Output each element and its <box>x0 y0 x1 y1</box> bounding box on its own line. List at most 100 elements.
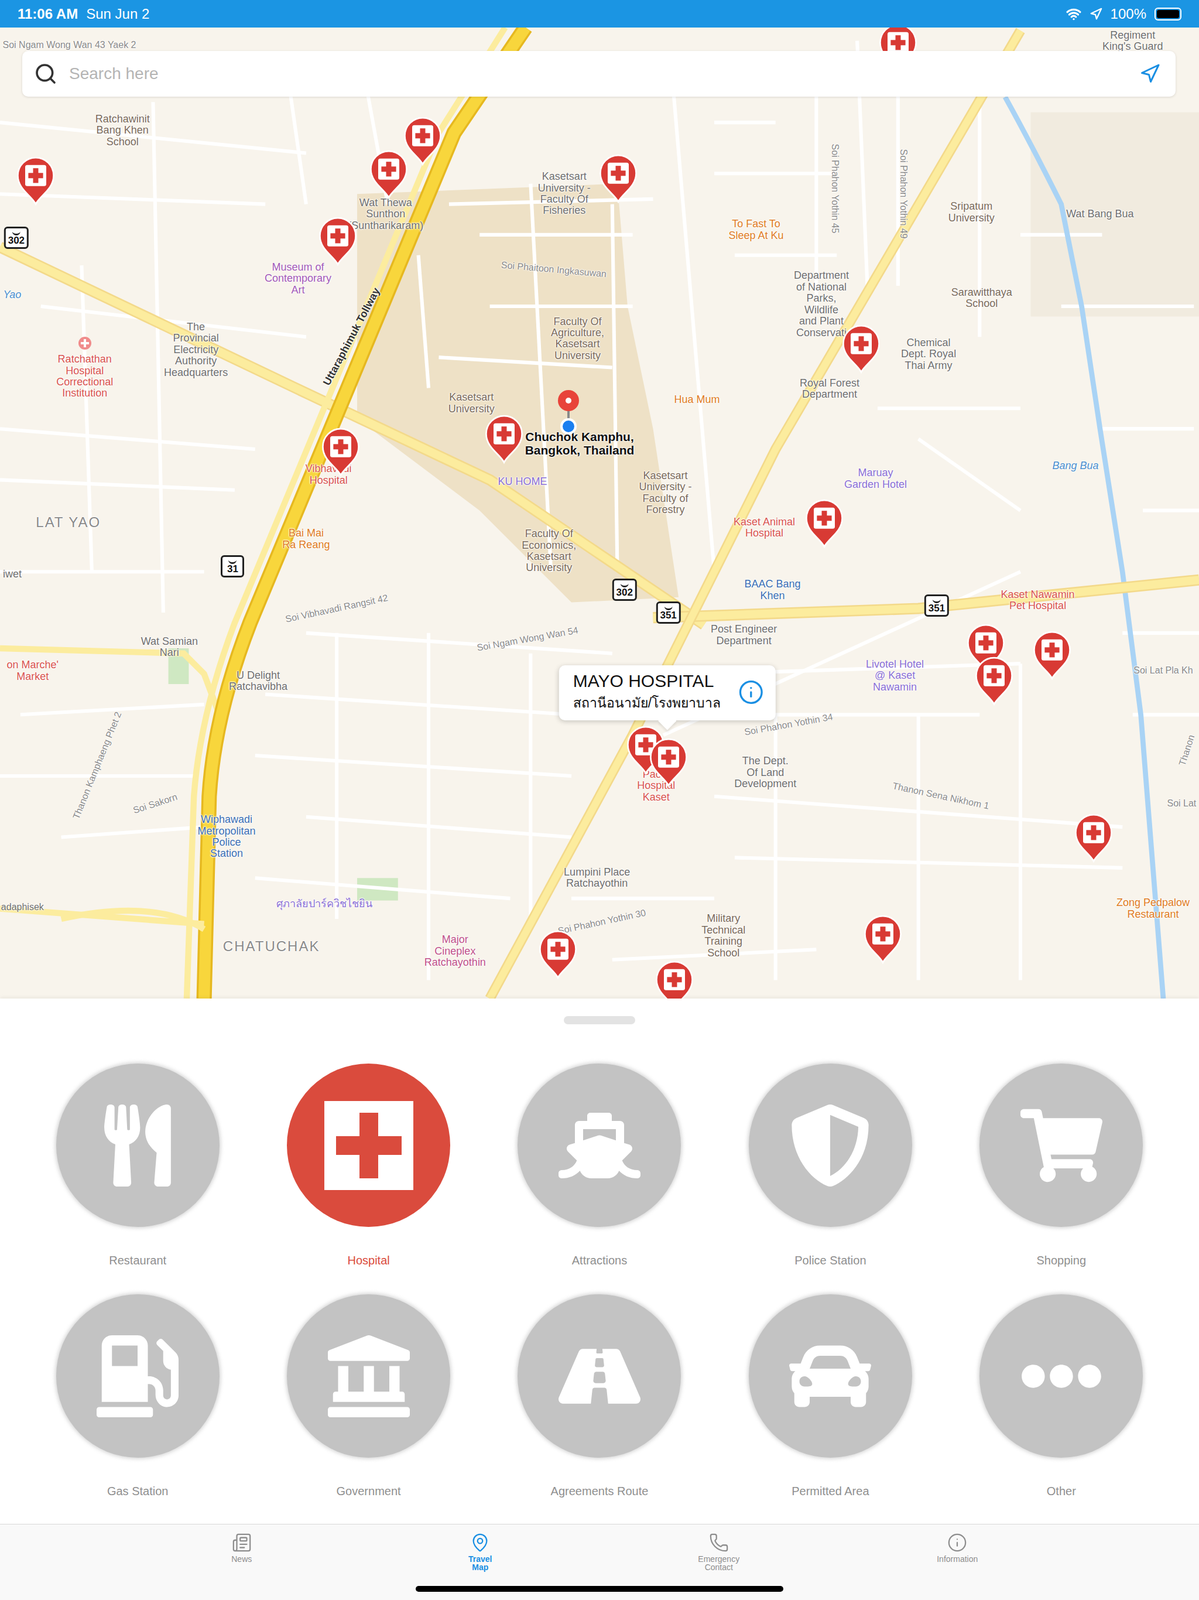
category-circle[interactable] <box>286 1293 451 1458</box>
map-label: RatchathanHospitalCorrectionalInstitutio… <box>56 353 113 400</box>
hospital-pin-icon[interactable] <box>803 497 846 550</box>
map-label: Soi Lat Pla Kh <box>1133 665 1193 676</box>
category-button[interactable]: Permitted Area <box>714 1293 946 1499</box>
map-label: Wat SamianNari <box>141 635 198 659</box>
category-circle[interactable] <box>56 1293 220 1458</box>
category-circle[interactable] <box>517 1063 681 1227</box>
map-label: Soi Phaitoon Ingkasuwan <box>501 259 608 280</box>
battery-percent: 100% <box>1110 5 1147 23</box>
map-label: Soi Sakorn <box>131 790 179 815</box>
category-button[interactable]: Gas Station <box>22 1293 253 1499</box>
map-label: KasetsartUniversity -Faculty ofForestry <box>638 470 692 516</box>
category-button[interactable]: Attractions <box>484 1063 715 1268</box>
category-button[interactable]: Agreements Route <box>484 1293 715 1499</box>
category-circle[interactable] <box>286 1063 451 1227</box>
category-icon <box>558 1334 641 1417</box>
map-label: TheProvincialElectricityAuthorityHeadqua… <box>163 321 228 379</box>
route-shield: 351 <box>655 601 681 624</box>
map-label: Uttaraphimuk Tollway <box>321 286 383 388</box>
tab-icon <box>708 1532 729 1553</box>
category-sheet: Restaurant HospitalAttractionsPolice Stat… <box>0 998 1199 1524</box>
hospital-pin-icon[interactable] <box>319 426 362 478</box>
tab-bar: News Travel Map Emergency ContactInformati… <box>0 1523 1199 1600</box>
hospital-pin-icon[interactable] <box>316 214 359 267</box>
map-label: Soi Phahon Yothin 45 <box>829 144 840 234</box>
map-label: RatchawinitBang KhenSchool <box>95 113 150 148</box>
sheet-handle[interactable] <box>563 1015 636 1024</box>
map-label: Bai MaiRa Reang <box>282 527 330 551</box>
category-button[interactable]: Hospital <box>252 1063 484 1268</box>
status-bar: 11:06 AMSun Jun 2100% <box>0 0 1199 28</box>
place-callout[interactable]: MAYO HOSPITALสถานีอนามัย/โรงพยาบาล <box>559 665 776 721</box>
map-label: Wat Bang Bua <box>1066 208 1134 220</box>
category-button[interactable]: Police Station <box>714 1063 946 1268</box>
category-label: Restaurant <box>108 1252 167 1268</box>
map-label: ศุภาลัยปาร์ควิชไชยิน <box>276 898 373 910</box>
map-label: Kaset NawaminPet Hospital <box>1001 588 1075 612</box>
map-label: Thanon Kamphaeng Phet 2 <box>70 710 123 821</box>
hospital-pin-icon[interactable] <box>973 655 1016 707</box>
category-circle[interactable] <box>979 1063 1143 1227</box>
category-circle[interactable] <box>517 1293 681 1458</box>
category-circle[interactable] <box>748 1063 913 1227</box>
hospital-pin-icon[interactable] <box>597 152 640 205</box>
hospital-pin-icon[interactable] <box>401 115 444 167</box>
map[interactable]: Soi Ngam Wong Wan 43 Yaek 2RegimentKing'… <box>0 27 1199 999</box>
locate-me-icon[interactable] <box>1139 63 1161 85</box>
hospital-pin-icon[interactable] <box>482 413 526 465</box>
map-label: U DelightRatchavibha <box>228 669 288 693</box>
tab-icon <box>947 1532 968 1553</box>
tab-item[interactable]: Travel Map <box>361 1532 601 1571</box>
location-arrow-icon <box>1089 7 1103 21</box>
map-label: Thanon Sena Nikhom 1 <box>891 780 990 812</box>
home-indicator[interactable] <box>415 1585 784 1592</box>
status-time: 11:06 AM <box>17 5 78 23</box>
hospital-pin-icon[interactable] <box>14 155 57 207</box>
category-icon <box>1020 1334 1103 1417</box>
map-label: LAT YAO <box>35 514 101 530</box>
category-circle[interactable] <box>748 1293 913 1458</box>
hospital-pin-icon[interactable] <box>861 913 904 965</box>
map-label: Museum ofContemporaryArt <box>264 261 332 296</box>
callout-subtitle: สถานีอนามัย/โรงพยาบาล <box>573 692 721 714</box>
category-icon <box>96 1334 179 1417</box>
map-label: Faculty OfEconomics,KasetsartUniversity <box>521 528 577 574</box>
category-button[interactable]: Other <box>946 1293 1177 1499</box>
category-button[interactable]: Restaurant <box>22 1063 253 1268</box>
info-icon[interactable] <box>738 679 765 705</box>
hospital-pin-icon[interactable] <box>653 958 696 999</box>
category-icon <box>558 1104 641 1187</box>
search-input[interactable] <box>67 63 1129 84</box>
map-canvas[interactable] <box>0 27 1199 999</box>
map-label: MaruayGarden Hotel <box>844 467 907 491</box>
category-circle[interactable] <box>56 1063 220 1227</box>
hospital-pin-icon[interactable] <box>536 928 580 981</box>
category-label: Government <box>336 1482 402 1499</box>
hospital-icon <box>321 1098 416 1192</box>
category-icon <box>327 1334 410 1417</box>
hospital-pin-icon[interactable] <box>647 736 690 789</box>
category-button[interactable]: Shopping <box>946 1063 1177 1268</box>
tab-label: Travel Map <box>468 1554 492 1571</box>
hospital-pin-icon[interactable] <box>840 323 883 375</box>
tab-label: News <box>231 1554 252 1563</box>
battery-icon <box>1154 7 1182 21</box>
tab-item[interactable]: Information <box>838 1532 1078 1563</box>
tab-item[interactable]: News <box>122 1532 362 1563</box>
map-label: iwet <box>2 569 22 581</box>
map-label: BAAC BangKhen <box>744 578 801 602</box>
category-circle[interactable] <box>979 1293 1143 1458</box>
hospital-pin-icon[interactable] <box>367 148 410 201</box>
small-hospital-icon[interactable] <box>77 336 92 351</box>
map-label: Kaset AnimalHospital <box>733 516 796 540</box>
search-bar[interactable] <box>22 50 1176 97</box>
hospital-pin-icon[interactable] <box>1072 812 1115 864</box>
hospital-pin-icon[interactable] <box>1030 629 1074 681</box>
map-label: MajorCineplexRatchayothin <box>424 933 486 968</box>
callout-title: MAYO HOSPITAL <box>573 670 721 691</box>
tab-item[interactable]: Emergency Contact <box>599 1532 839 1571</box>
map-label: Lumpini PlaceRatchayothin <box>563 865 630 889</box>
map-label: Faculty OfAgriculture,KasetsartUniversit… <box>550 316 605 362</box>
map-label: MilitaryTechnicalTrainingSchool <box>701 912 746 959</box>
category-button[interactable]: Government <box>252 1293 484 1499</box>
